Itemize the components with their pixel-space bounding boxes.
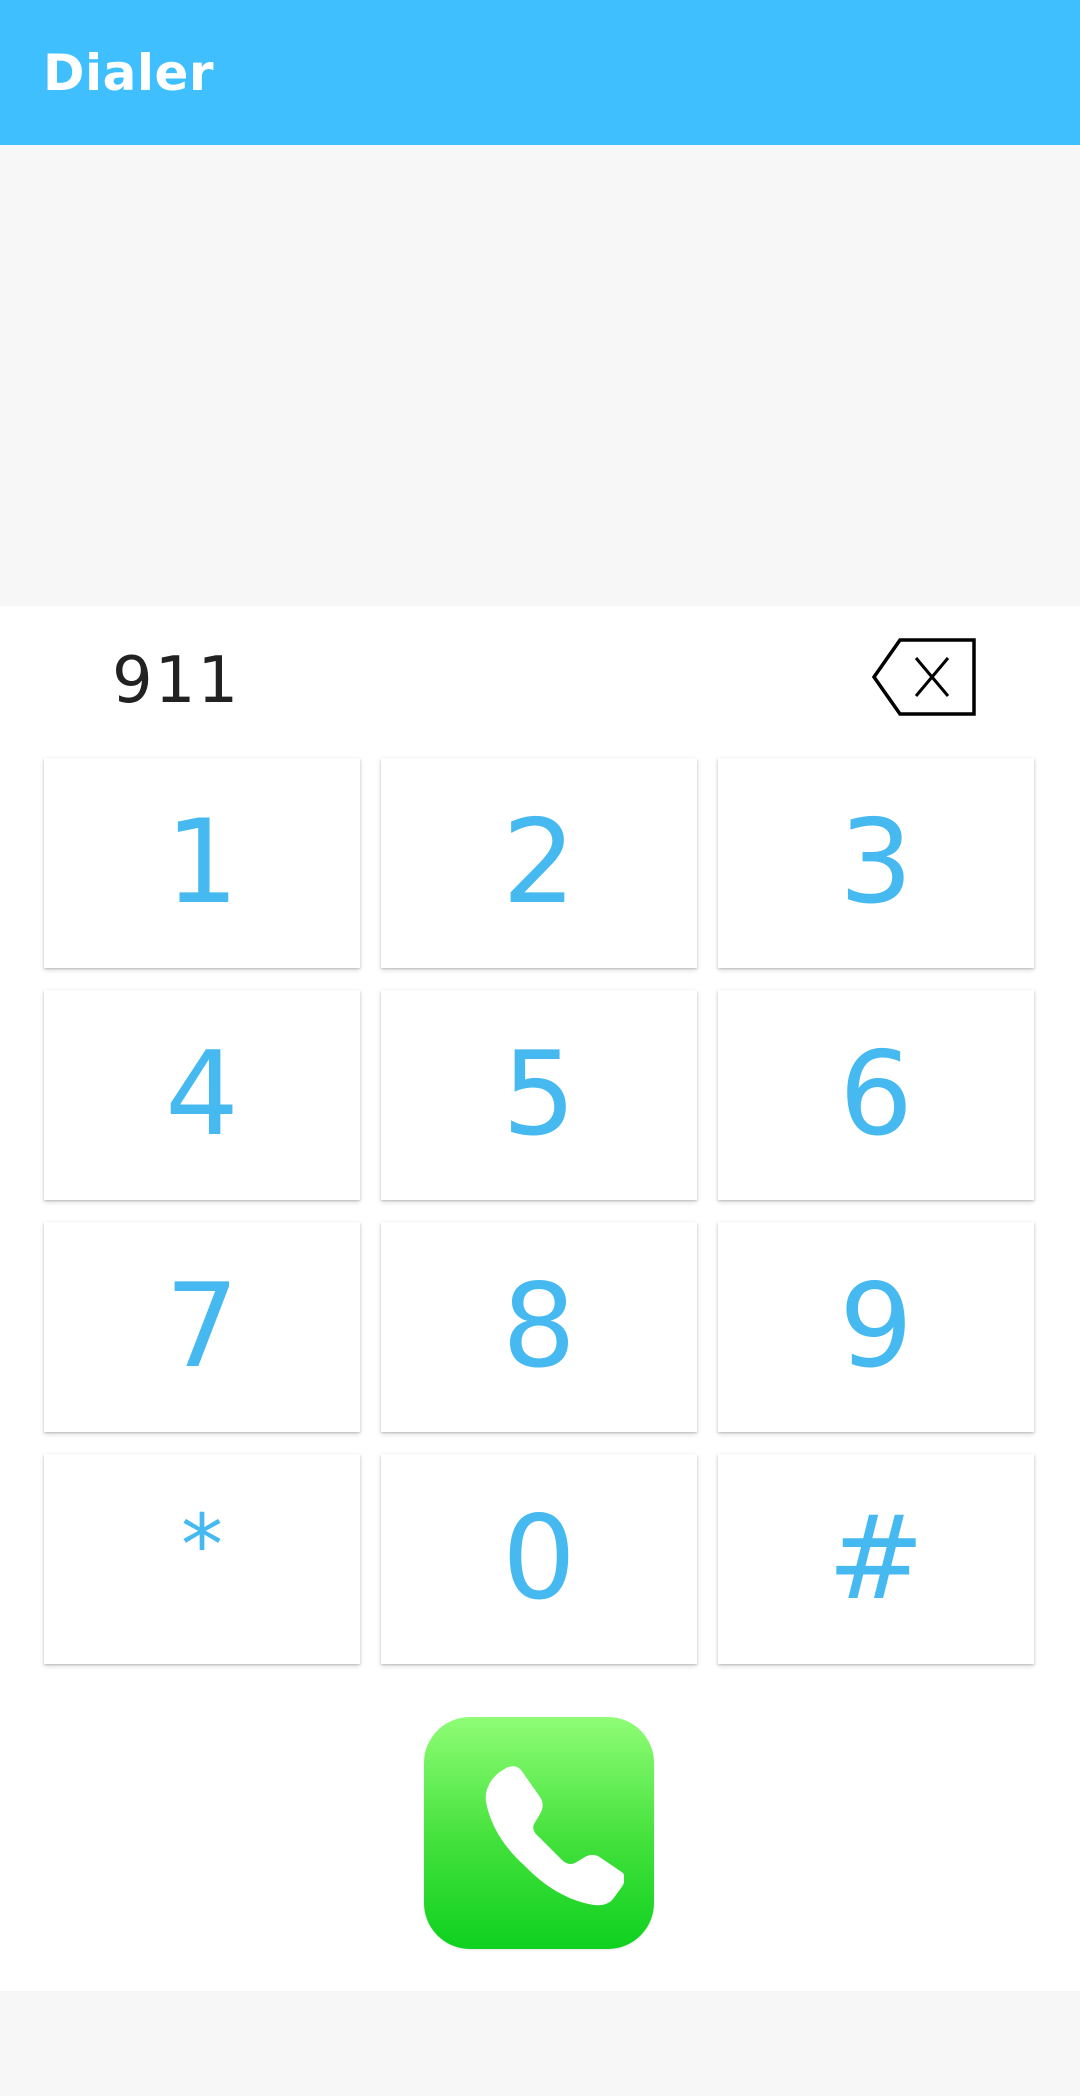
key-label: * [181, 1496, 223, 1594]
dialed-number: 911 [112, 644, 241, 718]
phone-icon [485, 1766, 624, 1906]
backspace-icon [871, 638, 976, 716]
key-label: 4 [165, 1027, 239, 1162]
key-label: 2 [502, 795, 576, 930]
key-label: 3 [839, 795, 913, 930]
key-2[interactable]: 2 [381, 758, 697, 968]
key-0[interactable]: 0 [381, 1454, 697, 1664]
key-3[interactable]: 3 [718, 758, 1034, 968]
key-8[interactable]: 8 [381, 1222, 697, 1432]
key-6[interactable]: 6 [718, 990, 1034, 1200]
app-title: Dialer [43, 43, 215, 102]
key-label: 5 [502, 1027, 576, 1162]
key-label: 7 [165, 1259, 239, 1394]
key-label: 9 [839, 1259, 913, 1394]
backspace-button[interactable] [870, 636, 978, 718]
key-5[interactable]: 5 [381, 990, 697, 1200]
key-label: 6 [839, 1027, 913, 1162]
number-display-row: 911 [0, 606, 1080, 754]
bottom-area [0, 1991, 1080, 2096]
key-hash[interactable]: # [718, 1454, 1034, 1664]
key-label: 1 [165, 795, 239, 930]
key-label: 0 [502, 1491, 576, 1626]
key-star[interactable]: * [44, 1454, 360, 1664]
app-bar: Dialer [0, 0, 1080, 145]
key-label: 8 [502, 1259, 576, 1394]
key-7[interactable]: 7 [44, 1222, 360, 1432]
key-label: # [827, 1491, 925, 1626]
key-9[interactable]: 9 [718, 1222, 1034, 1432]
call-button[interactable] [424, 1717, 654, 1949]
empty-area [0, 145, 1080, 606]
key-1[interactable]: 1 [44, 758, 360, 968]
key-4[interactable]: 4 [44, 990, 360, 1200]
